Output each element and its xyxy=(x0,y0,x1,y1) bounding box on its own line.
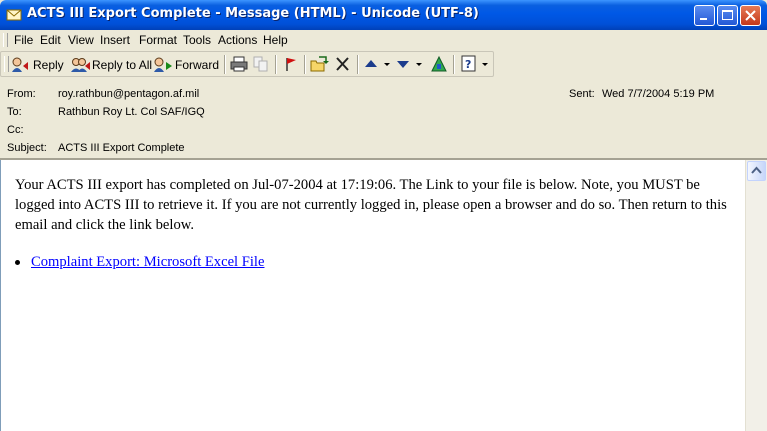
copy-icon xyxy=(253,56,268,72)
reply-icon xyxy=(12,57,28,72)
previous-item-button[interactable] xyxy=(363,55,391,75)
menu-file[interactable]: File xyxy=(14,33,33,47)
minimize-button[interactable] xyxy=(694,5,715,26)
toolbar-separator xyxy=(304,55,306,74)
menu-format[interactable]: Format xyxy=(139,33,177,47)
up-arrow-icon xyxy=(365,60,377,67)
message-header: From: roy.rathbun@pentagon.af.mil Sent: … xyxy=(0,79,767,158)
chevron-down-icon xyxy=(384,63,390,66)
down-arrow-icon xyxy=(397,61,409,68)
print-button[interactable] xyxy=(229,55,249,75)
menu-tools[interactable]: Tools xyxy=(183,33,211,47)
delete-button[interactable] xyxy=(333,55,353,75)
sent-label: Sent: xyxy=(569,88,595,100)
toolbar-grip[interactable] xyxy=(4,56,9,72)
menu-bar: File Edit View Insert Format Tools Actio… xyxy=(0,30,767,50)
menu-help[interactable]: Help xyxy=(263,33,288,47)
menubar-grip[interactable] xyxy=(3,33,8,47)
toolbar-separator xyxy=(275,55,277,74)
toolbar-separator xyxy=(224,55,226,74)
menu-actions[interactable]: Actions xyxy=(218,33,257,47)
chevron-down-icon xyxy=(482,63,488,66)
subject-value: ACTS III Export Complete xyxy=(58,142,185,154)
sent-value: Wed 7/7/2004 5:19 PM xyxy=(602,88,715,100)
to-label: To: xyxy=(7,106,22,118)
vertical-scrollbar[interactable] xyxy=(745,160,767,431)
move-to-folder-icon xyxy=(310,56,329,72)
printer-icon xyxy=(230,56,248,72)
message-body[interactable]: Your ACTS III export has completed on Ju… xyxy=(0,160,745,431)
help-button[interactable]: ? xyxy=(459,55,489,75)
close-button[interactable] xyxy=(740,5,761,26)
address-book-icon xyxy=(431,55,447,72)
menu-view[interactable]: View xyxy=(68,33,94,47)
message-window: ACTS III Export Complete - Message (HTML… xyxy=(0,0,767,431)
maximize-icon xyxy=(722,10,733,20)
delete-icon xyxy=(336,57,349,71)
close-icon xyxy=(745,10,756,21)
standard-toolbar: Reply Reply to All Forward ? xyxy=(0,51,494,77)
from-label: From: xyxy=(7,88,36,100)
message-paragraph: Your ACTS III export has completed on Ju… xyxy=(15,177,727,233)
copy-button[interactable] xyxy=(251,55,271,75)
svg-text:?: ? xyxy=(465,58,471,71)
window-title: ACTS III Export Complete - Message (HTML… xyxy=(27,6,479,21)
envelope-icon xyxy=(6,9,22,21)
reply-all-icon xyxy=(71,58,90,72)
to-value[interactable]: Rathbun Roy Lt. Col SAF/IGQ xyxy=(58,106,205,118)
next-item-button[interactable] xyxy=(395,55,423,75)
from-value[interactable]: roy.rathbun@pentagon.af.mil xyxy=(58,88,199,100)
chevron-down-icon xyxy=(416,63,422,66)
maximize-button[interactable] xyxy=(717,5,738,26)
title-bar[interactable]: ACTS III Export Complete - Message (HTML… xyxy=(0,0,767,30)
follow-up-flag-button[interactable] xyxy=(281,55,301,75)
flag-icon xyxy=(286,58,296,71)
cc-label: Cc: xyxy=(7,124,24,136)
minimize-icon xyxy=(700,18,707,20)
excel-file-link[interactable]: Complaint Export: Microsoft Excel File xyxy=(31,252,264,272)
address-book-button[interactable] xyxy=(429,55,449,75)
scroll-up-button[interactable] xyxy=(747,161,766,181)
bullet-icon xyxy=(15,260,20,265)
subject-label: Subject: xyxy=(7,142,47,154)
move-to-folder-button[interactable] xyxy=(309,55,329,75)
menu-edit[interactable]: Edit xyxy=(40,33,61,47)
forward-icon xyxy=(154,57,172,72)
forward-button[interactable]: Forward xyxy=(153,55,221,75)
reply-button[interactable]: Reply xyxy=(11,55,64,75)
chevron-up-icon xyxy=(751,166,762,174)
toolbar-separator xyxy=(453,55,455,74)
toolbar-separator xyxy=(357,55,359,74)
menu-insert[interactable]: Insert xyxy=(100,33,130,47)
help-icon: ? xyxy=(461,55,476,72)
reply-all-button[interactable]: Reply to All xyxy=(71,55,152,75)
